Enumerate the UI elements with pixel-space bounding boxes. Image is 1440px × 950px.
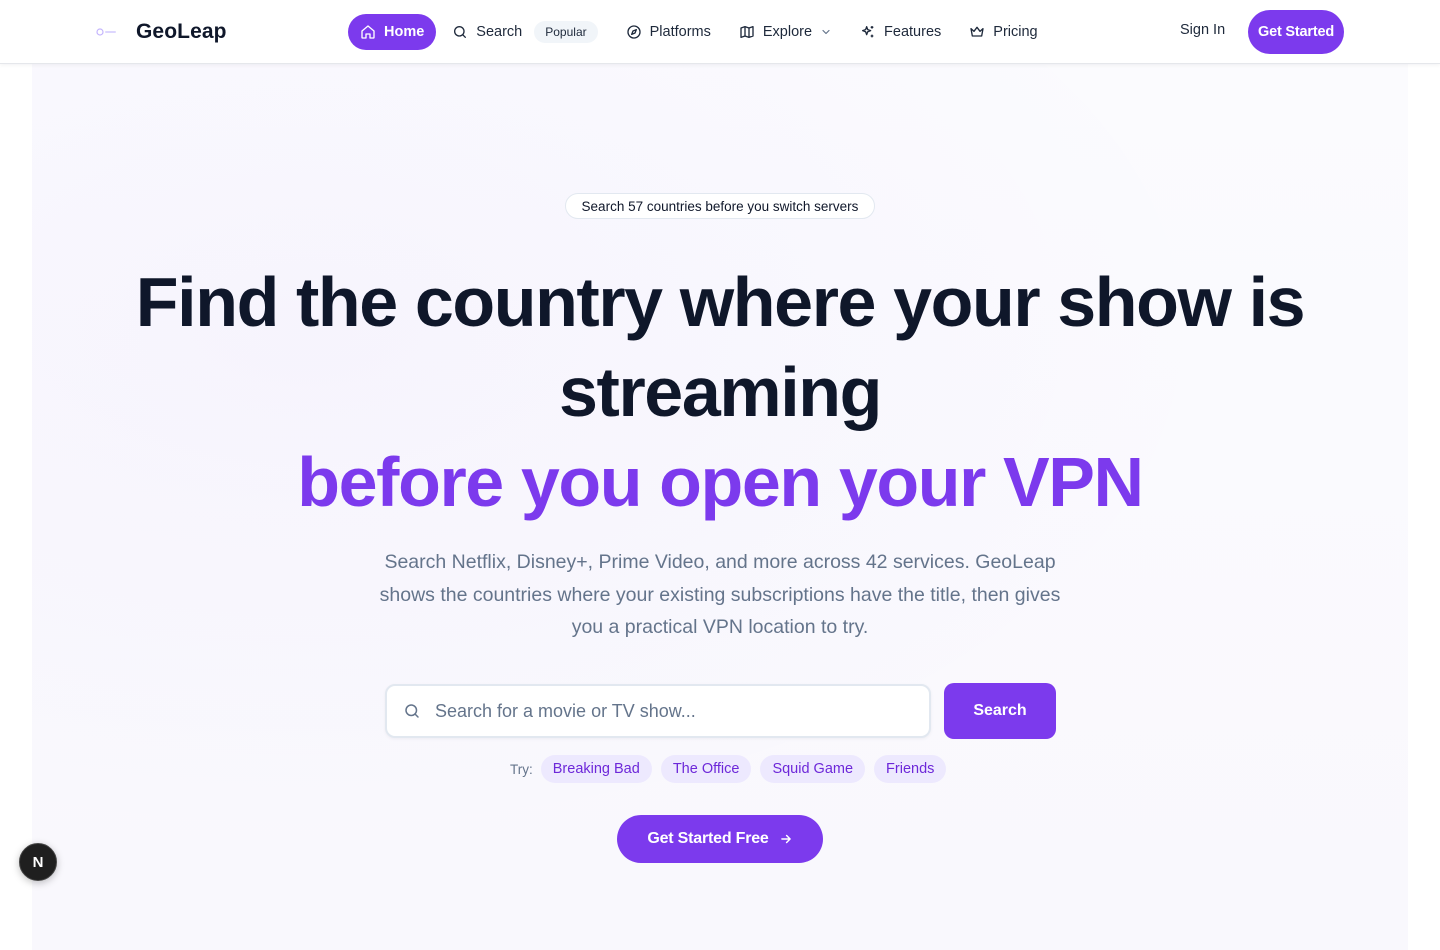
- headline-accent: before you open your VPN: [297, 443, 1144, 521]
- hero-search-button[interactable]: Search: [944, 683, 1056, 739]
- nav-explore[interactable]: Explore: [727, 14, 844, 50]
- compass-icon: [626, 25, 641, 39]
- headline-line-1: Find the country where your show is: [135, 263, 1306, 341]
- nav-pricing-label: Pricing: [993, 24, 1038, 40]
- nav-search[interactable]: Search Popular: [440, 14, 609, 50]
- try-suggestions: Try: Breaking Bad The Office Squid Game …: [510, 755, 955, 783]
- brand-name: GeoLeap: [136, 20, 227, 43]
- brand[interactable]: GeoLeap: [96, 18, 227, 46]
- popular-badge: Popular: [534, 21, 598, 43]
- headline-line-2: streaming: [559, 353, 882, 431]
- arrow-right-icon: [780, 834, 791, 844]
- suggestion-chip[interactable]: Breaking Bad: [540, 755, 652, 783]
- nav-features-label: Features: [884, 24, 942, 40]
- cta-label: Get Started Free: [647, 830, 769, 847]
- map-icon: [740, 26, 754, 38]
- hero-search-box: [385, 684, 931, 738]
- nav-platforms[interactable]: Platforms: [614, 14, 723, 50]
- search-icon: [454, 26, 467, 38]
- nav-pricing[interactable]: Pricing: [957, 14, 1049, 50]
- nav-features[interactable]: Features: [848, 14, 953, 50]
- countries-pill: Search 57 countries before you switch se…: [565, 193, 875, 219]
- hero-description: Search Netflix, Disney+, Prime Video, an…: [379, 551, 1061, 638]
- nav-home[interactable]: Home: [348, 14, 437, 50]
- get-started-free-button[interactable]: Get Started Free: [617, 815, 823, 863]
- logo-icon: [96, 26, 118, 38]
- try-label: Try:: [510, 761, 533, 777]
- suggestion-chip[interactable]: Friends: [874, 755, 947, 783]
- crown-icon: [970, 26, 984, 37]
- chevron-down-icon: [822, 29, 830, 35]
- main-nav: Home Search Popular Platforms Explore Fe…: [348, 14, 1050, 50]
- top-navbar: GeoLeap Home Search Popular Platforms Ex…: [0, 0, 1440, 64]
- nav-platforms-label: Platforms: [649, 24, 711, 40]
- sparkles-icon: [862, 26, 874, 38]
- hero-search-input[interactable]: [435, 700, 895, 722]
- nav-explore-label: Explore: [762, 24, 813, 40]
- sign-in-link[interactable]: Sign In: [1180, 22, 1225, 38]
- get-started-button[interactable]: Get Started: [1248, 10, 1344, 54]
- nav-home-label: Home: [384, 24, 425, 40]
- dev-tools-badge[interactable]: N: [19, 843, 57, 881]
- suggestion-chip[interactable]: Squid Game: [760, 755, 866, 783]
- home-icon: [361, 25, 375, 39]
- nav-search-label: Search: [476, 24, 523, 40]
- suggestion-chip[interactable]: The Office: [660, 755, 752, 783]
- search-icon: [405, 704, 419, 718]
